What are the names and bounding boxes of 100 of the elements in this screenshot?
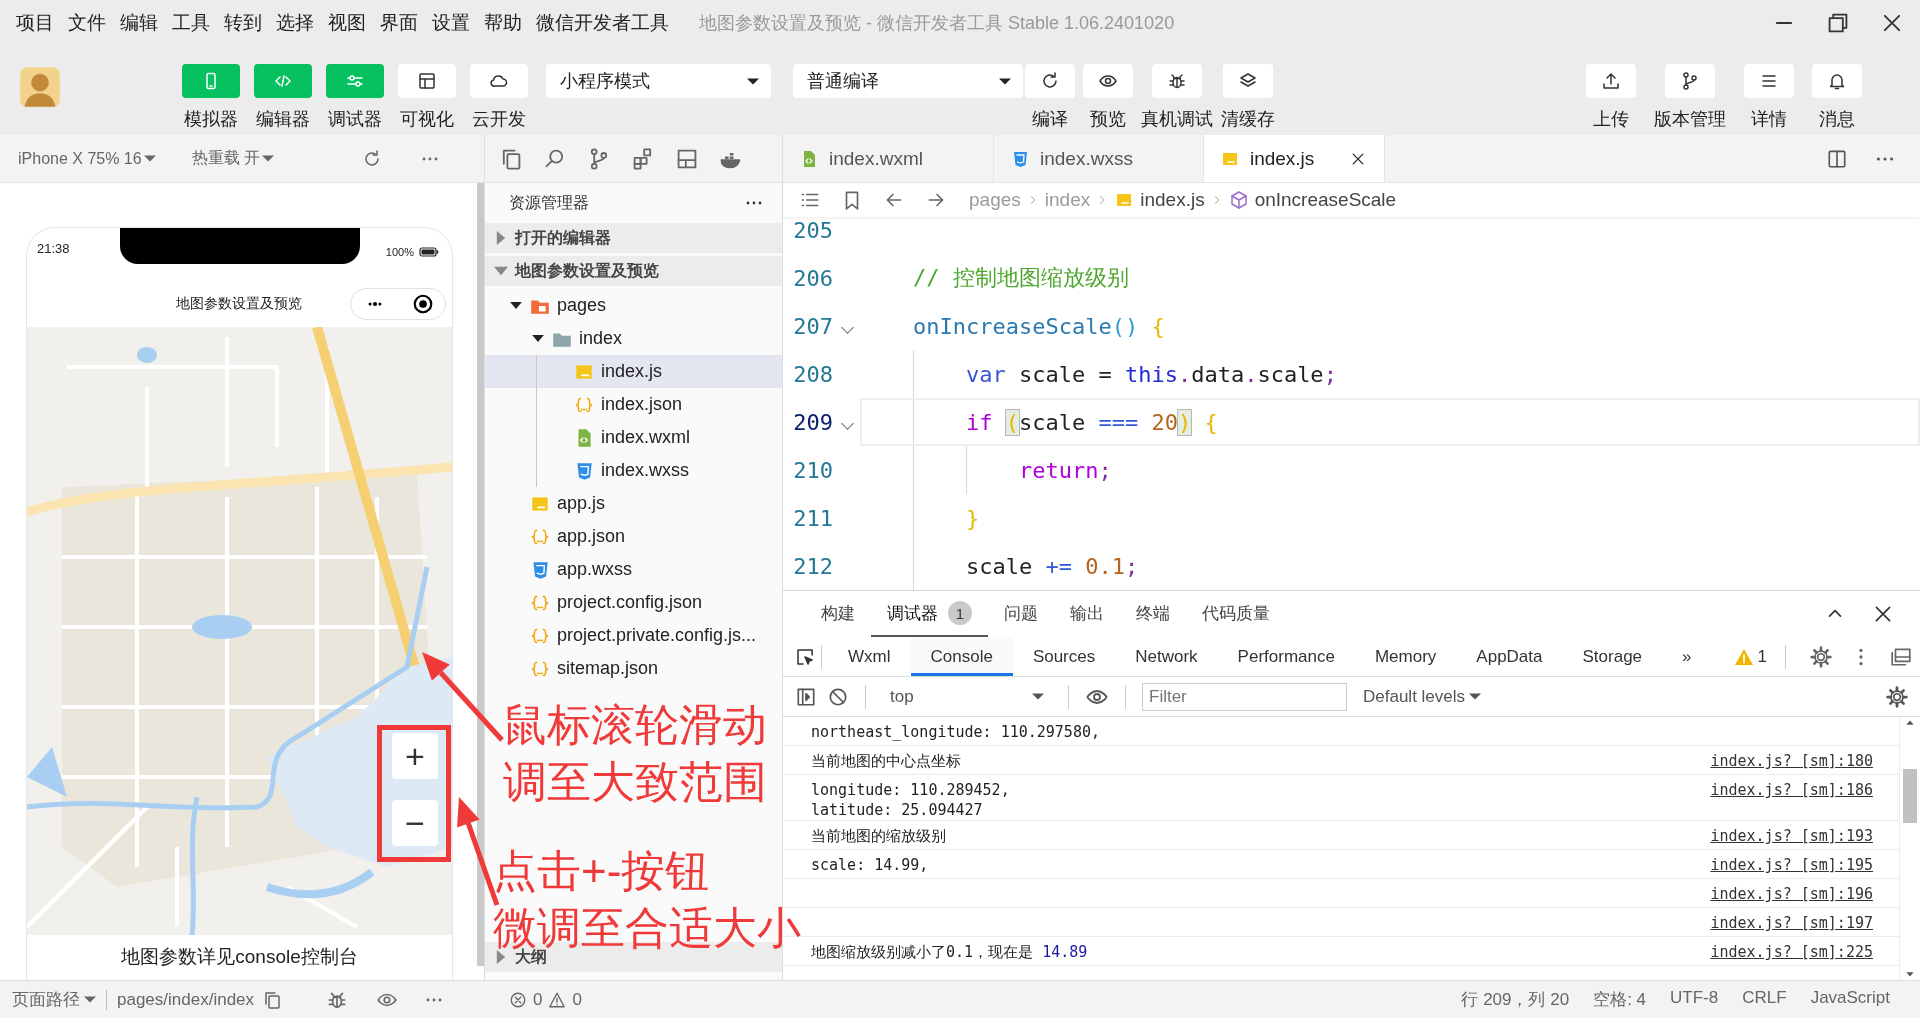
devtools-tab[interactable]: Sources bbox=[1012, 637, 1116, 676]
context-select[interactable]: top bbox=[882, 686, 1052, 707]
panel-tab[interactable]: 代码质量 bbox=[1186, 591, 1286, 637]
caret-icon bbox=[1469, 693, 1482, 700]
breadcrumb-item[interactable]: index.js bbox=[1114, 189, 1205, 211]
copy-icon[interactable] bbox=[262, 989, 283, 1010]
tree-item[interactable]: pages bbox=[485, 289, 782, 322]
error-icon[interactable] bbox=[509, 990, 527, 1009]
tree-item[interactable]: app.js bbox=[485, 487, 782, 520]
zoom-in-button[interactable]: + bbox=[392, 733, 438, 779]
mode-select[interactable]: 小程序模式 bbox=[546, 64, 771, 98]
zoom-out-button[interactable]: − bbox=[392, 800, 438, 846]
indent-setting[interactable]: 空格: 4 bbox=[1593, 988, 1647, 1011]
editor-tab[interactable]: index.js bbox=[1203, 135, 1386, 182]
tree-item[interactable]: app.json bbox=[485, 520, 782, 553]
devtools-tab[interactable]: Console bbox=[910, 637, 1013, 676]
tree-item[interactable]: project.config.json bbox=[485, 586, 782, 619]
warning-count[interactable]: 1 bbox=[1733, 646, 1767, 667]
panel-tab[interactable]: 输出 bbox=[1054, 591, 1120, 637]
toolbar-button[interactable]: 详情 bbox=[1744, 45, 1794, 135]
tree-item[interactable]: app.wxss bbox=[485, 553, 782, 586]
toolbar-button[interactable]: 云开发 bbox=[470, 45, 528, 135]
source-link[interactable]: index.js? [sm]:186 bbox=[1710, 780, 1873, 800]
devtools-tab[interactable]: Memory bbox=[1354, 637, 1457, 676]
console-message: northeast_longitude: 110.297580, bbox=[811, 722, 1100, 742]
devtools-tab[interactable]: Performance bbox=[1217, 637, 1355, 676]
line-number: 211 bbox=[792, 505, 834, 531]
toolbar-button[interactable]: 可视化 bbox=[398, 45, 456, 135]
source-link[interactable]: index.js? [sm]:225 bbox=[1710, 942, 1873, 962]
settings-icon[interactable] bbox=[1810, 645, 1832, 668]
source-link[interactable]: index.js? [sm]:193 bbox=[1710, 826, 1873, 846]
levels-select[interactable]: Default levels bbox=[1363, 686, 1482, 707]
toolbar-button[interactable]: 清缓存 bbox=[1221, 45, 1275, 135]
caret-icon bbox=[747, 77, 759, 85]
section-header[interactable]: 地图参数设置及预览 bbox=[485, 256, 782, 286]
settings-icon[interactable] bbox=[1886, 685, 1908, 708]
panel-tab[interactable]: 问题 bbox=[988, 591, 1054, 637]
page-path-select[interactable]: 页面路径 bbox=[12, 988, 96, 1011]
toolbar-button[interactable]: 预览 bbox=[1083, 45, 1133, 135]
caret-icon bbox=[262, 155, 275, 162]
devtools-tab[interactable]: Storage bbox=[1562, 637, 1663, 676]
menu-item[interactable]: 文件 bbox=[68, 9, 106, 36]
devtools-tab[interactable]: AppData bbox=[1456, 637, 1563, 676]
source-link[interactable]: index.js? [sm]:196 bbox=[1710, 884, 1873, 904]
cursor-position[interactable]: 行 209，列 20 bbox=[1461, 988, 1570, 1011]
toolbar-button[interactable]: 上传 bbox=[1586, 45, 1636, 135]
menu-item[interactable]: 设置 bbox=[432, 9, 470, 36]
toolbar-button[interactable]: 真机调试 bbox=[1141, 45, 1213, 135]
menu-item[interactable]: 编辑 bbox=[120, 9, 158, 36]
panel-tab[interactable]: 构建 bbox=[805, 591, 871, 637]
avatar-icon[interactable] bbox=[18, 65, 62, 109]
tree-item[interactable]: index.wxml bbox=[485, 421, 782, 454]
device-select[interactable]: iPhone X 75% 16 bbox=[18, 149, 156, 168]
menu-item[interactable]: 界面 bbox=[380, 9, 418, 36]
caret-icon bbox=[1032, 693, 1044, 700]
devtools-tab[interactable]: Wxml bbox=[828, 637, 911, 676]
refresh-icon bbox=[1040, 71, 1060, 91]
panel-tab[interactable]: 终端 bbox=[1120, 591, 1186, 637]
tree-item[interactable]: sitemap.json bbox=[485, 652, 782, 685]
menu-item[interactable]: 帮助 bbox=[484, 9, 522, 36]
hot-reload-select[interactable]: 热重载 开 bbox=[191, 148, 275, 169]
toolbar-button[interactable]: 调试器 bbox=[326, 45, 384, 135]
more-tabs-button[interactable]: » bbox=[1662, 637, 1712, 676]
split-editor-icon[interactable] bbox=[1826, 147, 1848, 170]
menu-item[interactable]: 转到 bbox=[224, 9, 262, 36]
toolbar-button[interactable]: 模拟器 bbox=[182, 45, 240, 135]
tree-item[interactable]: project.private.config.js... bbox=[485, 619, 782, 652]
line-number: 212 bbox=[792, 553, 834, 579]
filter-field[interactable]: Filter bbox=[1142, 682, 1347, 711]
breadcrumb-item[interactable]: onIncreaseScale bbox=[1228, 189, 1397, 211]
branch-icon bbox=[1680, 71, 1700, 91]
line-ending[interactable]: CRLF bbox=[1742, 988, 1787, 1011]
scroll-thumb[interactable] bbox=[1903, 769, 1917, 823]
menu-item[interactable]: 项目 bbox=[16, 9, 54, 36]
toolbar-button[interactable]: 编译 bbox=[1025, 45, 1075, 135]
bell-icon bbox=[1827, 71, 1847, 91]
bug-icon bbox=[1167, 71, 1187, 91]
menu-item[interactable]: 视图 bbox=[328, 9, 366, 36]
devtools-tab[interactable]: Network bbox=[1115, 637, 1218, 676]
source-link[interactable]: index.js? [sm]:195 bbox=[1710, 855, 1873, 875]
menu-item[interactable]: 微信开发者工具 bbox=[536, 9, 669, 36]
tree-item[interactable]: index bbox=[485, 322, 782, 355]
toolbar-button[interactable]: 消息 bbox=[1812, 45, 1862, 135]
language-mode[interactable]: JavaScript bbox=[1810, 988, 1890, 1011]
tree-item[interactable]: index.js bbox=[485, 355, 782, 388]
encoding[interactable]: UTF-8 bbox=[1670, 988, 1719, 1011]
source-link[interactable]: index.js? [sm]:180 bbox=[1710, 751, 1873, 771]
dock-icon[interactable] bbox=[1890, 645, 1912, 668]
menu-item[interactable]: 选择 bbox=[276, 9, 314, 36]
compile-select[interactable]: 普通编译 bbox=[793, 64, 1023, 98]
line-number: 208 bbox=[792, 361, 834, 387]
toolbar-button[interactable]: 编辑器 bbox=[254, 45, 312, 135]
menu-item[interactable]: 工具 bbox=[172, 9, 210, 36]
tree-item[interactable]: index.json bbox=[485, 388, 782, 421]
warning-icon[interactable] bbox=[548, 990, 567, 1009]
source-link[interactable]: index.js? [sm]:197 bbox=[1710, 913, 1873, 933]
section-header[interactable]: 打开的编辑器 bbox=[485, 223, 782, 253]
toolbar-button[interactable]: 版本管理 bbox=[1654, 45, 1726, 135]
tree-item[interactable]: index.wxss bbox=[485, 454, 782, 487]
sidebar-toggle-icon[interactable] bbox=[795, 685, 817, 708]
